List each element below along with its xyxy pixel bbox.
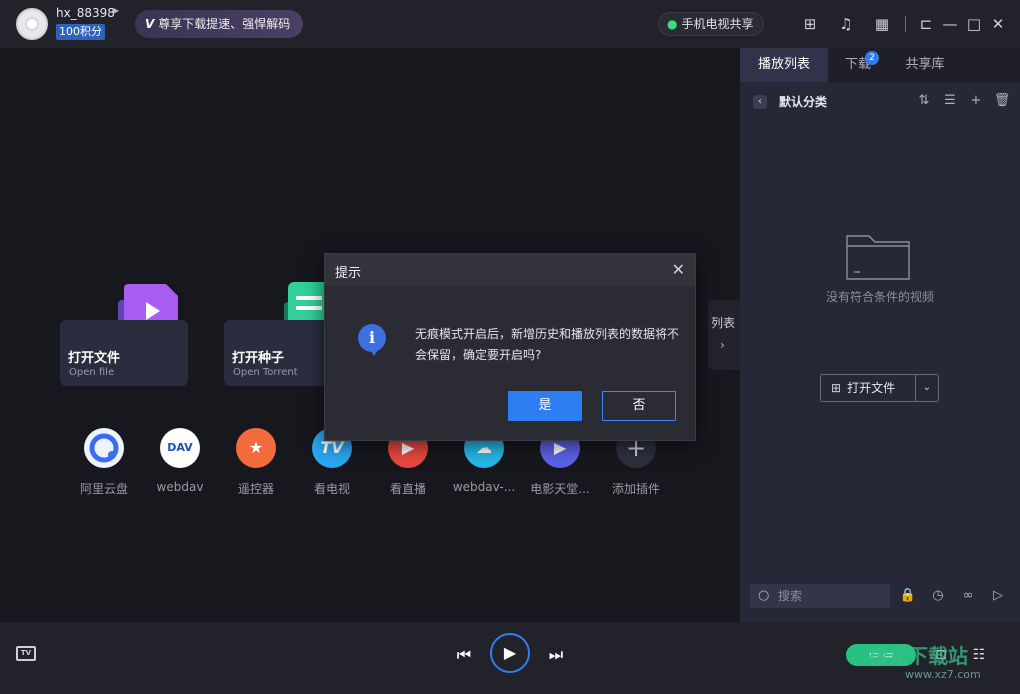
list-view-icon[interactable]: ☰ bbox=[941, 92, 959, 110]
sidebar-tabs: 播放列表 下载 2 共享库 bbox=[740, 48, 1020, 82]
plugin-label: webdav-... bbox=[452, 480, 516, 494]
gift-icon[interactable]: ⊞ bbox=[800, 14, 820, 34]
plugin-webdav[interactable]: DAV webdav bbox=[145, 426, 215, 494]
list-tab-label: 列表 bbox=[711, 316, 736, 330]
dialog-message: 无痕模式开启后，新增历史和播放列表的数据将不会保留，确定要开启吗? bbox=[415, 327, 680, 362]
empty-folder-icon bbox=[846, 235, 910, 280]
download-count-badge: 2 bbox=[865, 51, 879, 65]
plugin-label: 阿里云盘 bbox=[79, 482, 128, 496]
list-toggle-tab[interactable]: 列表 › bbox=[708, 300, 740, 370]
tab-playlist[interactable]: 播放列表 bbox=[740, 48, 828, 82]
vip-promo-button[interactable]: V 尊享下载提速、强悍解码 bbox=[135, 10, 303, 38]
separator bbox=[905, 16, 906, 32]
lock-icon[interactable]: 🔒 bbox=[898, 586, 918, 606]
empty-message: 没有符合条件的视频 bbox=[825, 290, 934, 304]
watermark-url: www.xz7.com bbox=[905, 668, 981, 681]
open-file-card[interactable]: 打开文件 Open file bbox=[60, 320, 188, 386]
minimize-icon[interactable]: — bbox=[940, 14, 960, 34]
category-title[interactable]: 默认分类 bbox=[779, 93, 827, 110]
android-icon: ● bbox=[667, 17, 678, 31]
caret-right-icon[interactable]: ▶ bbox=[113, 6, 119, 15]
confirm-no-button[interactable]: 否 bbox=[602, 391, 676, 421]
remote-star-icon: ★ bbox=[236, 428, 276, 468]
card-subtitle: Open file bbox=[69, 367, 115, 378]
plugin-label: webdav bbox=[156, 480, 204, 494]
bell-icon[interactable]: ♫ bbox=[836, 14, 856, 34]
confirm-yes-button[interactable]: 是 bbox=[508, 391, 582, 421]
playlist-sidebar: 播放列表 下载 2 共享库 ‹ 默认分类 ⇅ ☰ + 🗑 没有符合条件的视频 ⊞… bbox=[740, 48, 1020, 622]
history-icon[interactable]: ◷ bbox=[928, 586, 948, 606]
player-control-bar: TV ⏮ ▶ ⏭ ▭ ▭ ⊡ ☷ bbox=[0, 622, 1020, 694]
plugin-label: 遥控器 bbox=[237, 482, 274, 496]
points-badge[interactable]: 100积分 bbox=[56, 24, 105, 40]
open-file-label: 打开文件 bbox=[847, 381, 896, 395]
chevron-down-icon[interactable]: ⌄ bbox=[917, 375, 937, 401]
card-title: 打开种子 bbox=[232, 351, 285, 366]
card-title: 打开文件 bbox=[68, 351, 121, 366]
dialog-title: 提示 bbox=[335, 266, 362, 281]
chevron-right-icon: › bbox=[720, 338, 725, 352]
open-file-button[interactable]: ⊞ 打开文件 bbox=[821, 375, 915, 401]
previous-icon[interactable]: ⏮ bbox=[454, 644, 474, 666]
search-icon: ○ bbox=[758, 588, 770, 603]
plugin-label: 电影天堂... bbox=[530, 482, 590, 496]
plugin-aliyun[interactable]: 阿里云盘 bbox=[69, 426, 139, 497]
play-list-icon[interactable]: ▷ bbox=[988, 586, 1008, 606]
aliyun-drive-icon bbox=[84, 428, 124, 468]
tv-cast-icon[interactable]: TV bbox=[16, 646, 36, 661]
tab-download[interactable]: 下载 bbox=[828, 48, 888, 82]
sort-icon[interactable]: ⇅ bbox=[915, 92, 933, 110]
confirm-dialog: 提示 ✕ i 无痕模式开启后，新增历史和播放列表的数据将不会保留，确定要开启吗?… bbox=[324, 253, 696, 441]
share-label: 手机电视共享 bbox=[681, 17, 754, 31]
maximize-icon[interactable]: □ bbox=[964, 14, 984, 34]
apps-grid-icon[interactable]: ▦ bbox=[872, 14, 892, 34]
watermark-logo: 极光下载站 bbox=[868, 644, 968, 668]
plugin-label: 添加插件 bbox=[611, 482, 660, 496]
plugin-remote[interactable]: ★ 遥控器 bbox=[221, 426, 291, 497]
close-icon[interactable]: ✕ bbox=[672, 260, 685, 279]
avatar[interactable] bbox=[16, 8, 48, 40]
playlist-toggle-icon[interactable]: ☷ bbox=[968, 644, 990, 666]
username[interactable]: hx_88398 bbox=[56, 6, 115, 20]
divider bbox=[915, 375, 916, 401]
webdav-icon: DAV bbox=[160, 428, 200, 468]
play-button[interactable]: ▶ bbox=[490, 633, 530, 673]
title-bar: hx_88398 ▶ 100积分 V 尊享下载提速、强悍解码 ● 手机电视共享 ⊞ … bbox=[0, 0, 1020, 48]
plugin-label: 看直播 bbox=[389, 482, 426, 496]
open-file-split-button: ⊞ 打开文件 ⌄ bbox=[820, 374, 939, 402]
incognito-icon[interactable]: ∞ bbox=[958, 586, 978, 606]
next-icon[interactable]: ⏭ bbox=[546, 644, 566, 666]
trash-icon[interactable]: 🗑 bbox=[993, 92, 1011, 110]
vip-promo-text: 尊享下载提速、强悍解码 bbox=[158, 17, 291, 31]
close-icon[interactable]: ✕ bbox=[988, 14, 1008, 34]
open-torrent-card[interactable]: 打开种子 Open Torrent bbox=[224, 320, 328, 386]
plugin-label: 看电视 bbox=[313, 482, 350, 496]
dialog-header: 提示 ✕ bbox=[325, 254, 695, 286]
add-icon[interactable]: + bbox=[967, 92, 985, 110]
add-file-icon: ⊞ bbox=[831, 381, 842, 395]
info-icon: i bbox=[358, 324, 386, 356]
vip-logo-icon: V bbox=[145, 17, 155, 31]
chevron-left-icon[interactable]: ‹ bbox=[753, 95, 767, 109]
phone-tv-share-button[interactable]: ● 手机电视共享 bbox=[658, 12, 764, 36]
search-input[interactable] bbox=[750, 584, 890, 608]
tab-share-library[interactable]: 共享库 bbox=[892, 48, 958, 82]
card-subtitle: Open Torrent bbox=[233, 367, 298, 378]
mini-mode-icon[interactable]: ⊏ bbox=[916, 14, 936, 34]
